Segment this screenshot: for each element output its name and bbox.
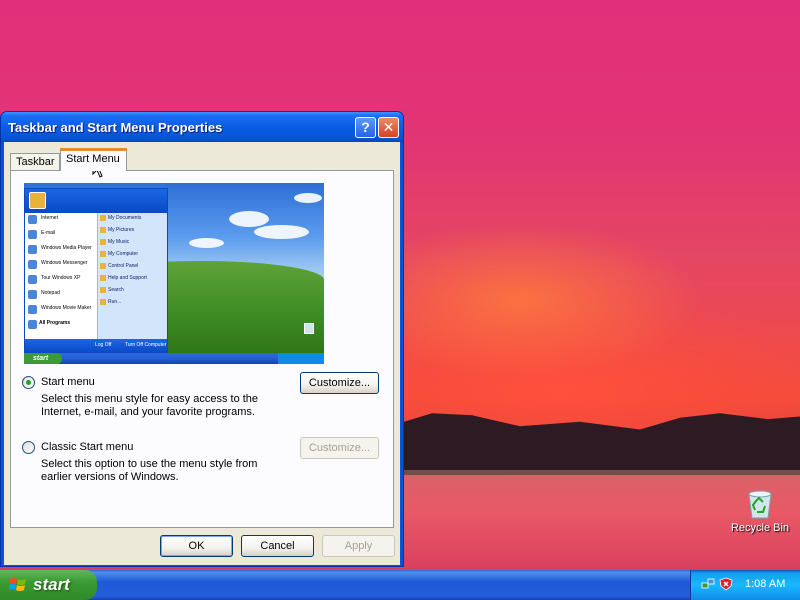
apply-button[interactable]: Apply	[322, 535, 395, 557]
preview-menu-right: My Documents My Pictures My Music My Com…	[97, 213, 167, 339]
preview-menu-item: E-mail	[25, 228, 97, 243]
preview-menu-right-item: My Documents	[98, 213, 167, 225]
customize-start-menu-button[interactable]: Customize...	[300, 372, 379, 394]
preview-menu-right-item: Control Panel	[98, 261, 167, 273]
close-button[interactable]: ✕	[378, 117, 399, 138]
help-button[interactable]: ?	[355, 117, 376, 138]
system-tray: 1:08 AM	[690, 570, 800, 600]
preview-cloud	[189, 238, 224, 248]
preview-avatar	[29, 192, 46, 209]
preview-menu-right-item: My Music	[98, 237, 167, 249]
preview-all-programs: All Programs	[25, 318, 97, 333]
title-bar[interactable]: Taskbar and Start Menu Properties ? ✕	[1, 112, 403, 142]
cancel-button[interactable]: Cancel	[241, 535, 314, 557]
start-menu-option-label[interactable]: Start menu	[41, 376, 95, 388]
preview-start-menu: Internet E-mail Windows Media Player Win…	[24, 188, 168, 353]
preview-tray	[278, 353, 324, 364]
network-icon[interactable]	[701, 577, 715, 591]
ok-button[interactable]: OK	[160, 535, 233, 557]
preview-cloud	[229, 211, 269, 227]
tab-start-menu[interactable]: Start Menu	[60, 148, 127, 171]
clock[interactable]: 1:08 AM	[745, 578, 785, 590]
start-menu-radio[interactable]	[22, 376, 35, 389]
preview-menu-left: Internet E-mail Windows Media Player Win…	[25, 213, 97, 339]
classic-start-menu-radio[interactable]	[22, 441, 35, 454]
security-alert-icon[interactable]	[719, 577, 733, 591]
windows-flag-icon	[9, 578, 26, 591]
customize-classic-menu-button[interactable]: Customize...	[300, 437, 379, 459]
preview-menu-header	[25, 189, 167, 213]
preview-menu-right-item: My Pictures	[98, 225, 167, 237]
recycle-bin-icon	[748, 490, 772, 519]
preview-menu-item: Tour Windows XP	[25, 273, 97, 288]
preview-menu-item: Windows Messenger	[25, 258, 97, 273]
start-menu-preview: Internet E-mail Windows Media Player Win…	[24, 183, 324, 364]
classic-start-menu-option-description: Select this option to use the menu style…	[41, 458, 258, 483]
wallpaper-hills	[400, 413, 800, 475]
preview-menu-right-item: My Computer	[98, 249, 167, 261]
tab-taskbar[interactable]: Taskbar	[10, 153, 60, 171]
recycle-bin-label: Recycle Bin	[730, 522, 790, 534]
preview-start-button: start	[24, 353, 62, 364]
preview-turnoff-label: Turn Off Computer	[125, 342, 167, 348]
preview-recycle-icon	[304, 323, 314, 334]
preview-menu-right-item: Search	[98, 285, 167, 297]
start-menu-option-description: Select this menu style for easy access t…	[41, 393, 259, 418]
classic-start-menu-option-label[interactable]: Classic Start menu	[41, 441, 133, 453]
recycle-bin-shortcut[interactable]: Recycle Bin	[726, 486, 794, 534]
preview-menu-footer: Log Off Turn Off Computer	[25, 339, 167, 353]
preview-menu-item: Internet	[25, 213, 97, 228]
preview-menu-item: Notepad	[25, 288, 97, 303]
taskbar: start 1:08 AM	[0, 570, 800, 600]
preview-menu-right-item: Help and Support	[98, 273, 167, 285]
preview-logoff-label: Log Off	[95, 342, 112, 348]
preview-menu-right-item: Run...	[98, 297, 167, 309]
start-menu-tab-panel: Internet E-mail Windows Media Player Win…	[10, 170, 394, 528]
dialog-client-area: Taskbar Start Menu Internet E-mail Windo…	[4, 142, 400, 565]
properties-dialog: Taskbar and Start Menu Properties ? ✕ Ta…	[0, 111, 404, 567]
window-title: Taskbar and Start Menu Properties	[8, 120, 223, 135]
preview-menu-item: Windows Media Player	[25, 243, 97, 258]
preview-cloud	[254, 225, 309, 239]
start-button[interactable]: start	[0, 570, 97, 600]
start-label: start	[33, 575, 70, 594]
preview-menu-item: Windows Movie Maker	[25, 303, 97, 318]
preview-cloud	[294, 193, 322, 203]
